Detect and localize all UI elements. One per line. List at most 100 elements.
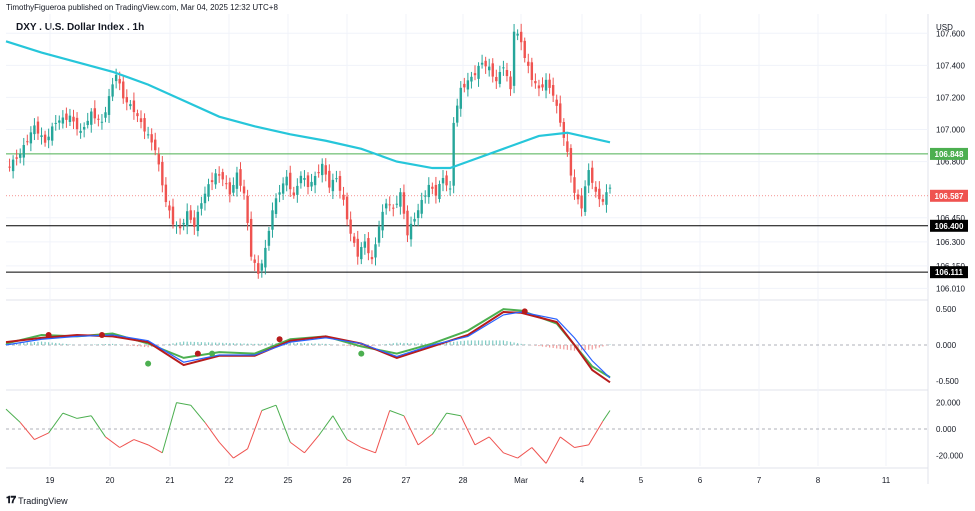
candle-body <box>548 79 551 88</box>
candle-body <box>203 193 207 204</box>
candle-body <box>19 154 22 158</box>
chart-container: TimothyFigueroa published on TradingView… <box>0 0 975 511</box>
candle-body <box>399 192 402 207</box>
candle-body <box>161 161 164 186</box>
candle-body <box>86 120 89 126</box>
cross-marker <box>194 350 201 357</box>
candle-body <box>324 165 327 175</box>
candle-body <box>278 192 281 195</box>
y-tick-label: 20.000 <box>936 399 961 408</box>
candle-body <box>164 184 168 203</box>
x-tick-label: Mar <box>514 476 528 485</box>
candle-body <box>232 184 235 193</box>
candle-body <box>516 33 519 36</box>
candle-body <box>573 177 576 193</box>
candle-body <box>93 108 97 119</box>
oscillator-segment <box>289 441 305 454</box>
candle-body <box>189 210 192 220</box>
tradingview-brand[interactable]: 𝟏𝟕 TradingView <box>6 495 68 506</box>
candle-body <box>448 188 452 190</box>
candle-body <box>26 141 29 143</box>
candle-body <box>363 241 367 248</box>
candle-body <box>502 67 505 69</box>
oscillator-segment <box>76 415 92 419</box>
oscillator-segment <box>474 436 490 446</box>
oscillator-segment <box>133 439 149 446</box>
candle-body <box>352 236 356 243</box>
oscillator-segment <box>304 435 320 454</box>
candle-body <box>470 76 473 82</box>
oscillator-segment <box>318 415 334 436</box>
oscillator-segment <box>90 415 106 438</box>
y-tick-label: 106.300 <box>936 238 965 247</box>
candle-body <box>477 65 480 79</box>
candle-body <box>139 118 143 123</box>
x-tick-label: 25 <box>284 476 293 485</box>
candle-body <box>488 66 491 71</box>
candle-body <box>82 126 86 130</box>
candle-body <box>267 230 271 246</box>
candle-body <box>413 218 416 222</box>
candle-body <box>75 117 79 130</box>
candle-body <box>587 170 590 186</box>
candle-body <box>68 115 72 122</box>
cross-marker <box>521 308 528 315</box>
chart-svg[interactable]: 19 20 21 22 25 26 27 28 Mar 4 5 6 7 8 11107.600107.400… <box>0 0 975 511</box>
candle-body <box>114 75 118 82</box>
candle-body <box>409 223 413 240</box>
oscillator-segment <box>488 436 504 454</box>
y-tick-label: 106.010 <box>936 284 965 293</box>
candle-body <box>132 100 136 113</box>
candle-body <box>11 159 15 172</box>
y-tick-label: 107.200 <box>936 93 965 102</box>
candle-body <box>129 104 132 107</box>
candle-body <box>100 121 104 123</box>
candle-body <box>33 125 36 135</box>
level-price-label: 106.848 <box>935 150 964 159</box>
candle-body <box>381 211 384 231</box>
candle-body <box>186 211 189 227</box>
candle-body <box>104 112 107 118</box>
candle-body <box>260 263 264 271</box>
candle-body <box>235 172 239 189</box>
candle-body <box>22 145 25 158</box>
candle-body <box>431 186 434 189</box>
candle-body <box>452 122 455 186</box>
candle-body <box>90 111 93 125</box>
candle-body <box>118 78 121 84</box>
candle-body <box>367 238 370 254</box>
candle-body <box>392 207 395 209</box>
oscillator-segment <box>204 422 220 443</box>
candle-body <box>530 62 534 80</box>
oscillator-segment <box>531 447 547 464</box>
candle-body <box>342 194 345 200</box>
candle-body <box>395 203 399 205</box>
last-price-label: 106.587 <box>935 192 964 201</box>
candle-body <box>207 184 210 197</box>
level-price-label: 106.111 <box>935 268 964 277</box>
x-tick-label: 22 <box>225 476 234 485</box>
candle-body <box>321 163 324 176</box>
oscillator-segment <box>261 404 277 411</box>
x-tick-label: 7 <box>757 476 762 485</box>
candle-body <box>122 81 125 99</box>
candle-body <box>29 132 33 144</box>
level-price-label: 106.400 <box>935 222 964 231</box>
oscillator-segment <box>147 444 163 454</box>
candle-body <box>257 263 260 274</box>
cross-marker <box>358 350 365 357</box>
oscillator-segment <box>105 436 120 448</box>
x-tick-label: 8 <box>816 476 821 485</box>
candle-body <box>242 186 246 194</box>
candle-body <box>210 180 214 183</box>
candle-body <box>146 134 150 136</box>
oscillator-segment <box>190 404 206 423</box>
candle-body <box>292 192 295 196</box>
candle-body <box>111 84 114 97</box>
candle-body <box>72 116 75 122</box>
oscillator-segment <box>119 439 135 448</box>
oscillator-segment <box>517 447 533 459</box>
candle-body <box>43 134 47 143</box>
candle-body <box>473 73 477 76</box>
candle-body <box>249 218 253 257</box>
